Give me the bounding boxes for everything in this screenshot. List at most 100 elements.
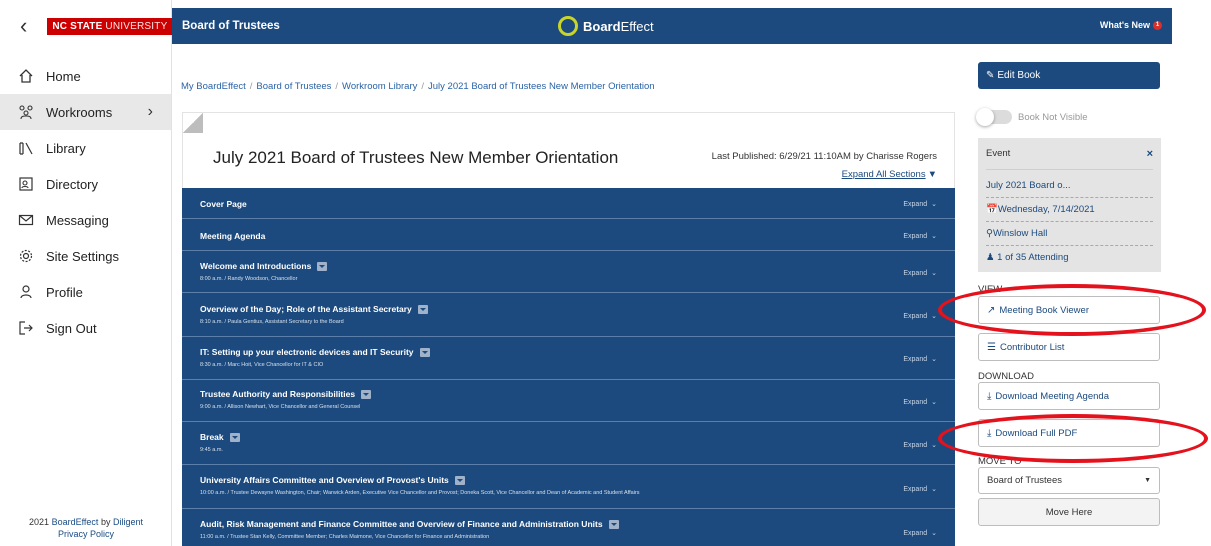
breadcrumb-item[interactable]: Board of Trustees [256,81,331,92]
agenda-section[interactable]: Welcome and Introductions 8:00 a.m. / Ra… [182,251,955,293]
chevron-down-icon: ⌄ [931,486,937,493]
ncsu-logo[interactable]: NC STATE UNIVERSITY [47,17,173,35]
section-text: Break 9:45 a.m. [200,432,240,453]
person-icon: ♟ [986,252,995,263]
section-title: Trustee Authority and Responsibilities [200,389,372,399]
download-full-pdf-button[interactable]: ⤓ Download Full PDF [978,419,1160,447]
agenda-section[interactable]: Overview of the Day; Role of the Assista… [182,293,955,337]
section-subtitle: 9:00 a.m. / Allison Newhart, Vice Chance… [200,404,361,410]
section-subtitle: 8:30 a.m. / Marc Hoit, Vice Chancellor f… [200,362,324,368]
logo-light: UNIVERSITY [102,20,168,32]
privacy-policy-link[interactable]: Privacy Policy [0,528,172,540]
boardeffect-ring-icon [558,16,578,36]
expand-all-sections-link[interactable]: Expand All Sections ▼ [842,169,937,180]
footer-credit: 2021 BoardEffect by Diligent [0,516,172,528]
section-title-text: Overview of the Day; Role of the Assista… [200,304,412,314]
download-icon: ⤓ [987,390,992,402]
expand-label: Expand [903,486,928,493]
event-location-text: Winslow Hall [992,228,1048,239]
edit-book-button[interactable]: ✎ Edit Book [978,62,1160,89]
section-expand-button[interactable]: Expand ⌄ [903,529,937,537]
toggle-knob [976,108,994,126]
event-location: ⚲Winslow Hall [986,222,1153,246]
sidebar-item-home[interactable]: Home [0,58,171,94]
expand-label: Expand [903,201,928,208]
breadcrumb-separator: / [421,81,425,92]
sidebar-item-profile[interactable]: Profile [0,274,171,310]
section-title-text: Cover Page [200,199,247,209]
breadcrumb-item[interactable]: Workroom Library [342,81,417,92]
move-to-select[interactable]: Board of Trustees ▼ [978,467,1160,494]
agenda-section[interactable]: Trustee Authority and Responsibilities 9… [182,380,955,422]
agenda-section[interactable]: Audit, Risk Management and Finance Commi… [182,509,955,546]
download-meeting-agenda-button[interactable]: ⤓ Download Meeting Agenda [978,382,1160,410]
chevron-down-icon: ⌄ [931,233,937,240]
agenda-section[interactable]: University Affairs Committee and Overvie… [182,465,955,509]
section-expand-button[interactable]: Expand ⌄ [903,355,937,363]
workroom-title[interactable]: Board of Trustees [172,20,552,32]
expand-label: Expand [903,442,928,449]
sidebar-item-workrooms[interactable]: Workrooms › [0,94,171,130]
download-pdf-label: Download Full PDF [995,427,1078,439]
back-chevron-icon[interactable]: ‹ [20,13,27,39]
expand-label: Expand [903,233,928,240]
event-attending-link[interactable]: ♟ 1 of 35 Attending [986,246,1153,269]
section-toggle-icon[interactable] [419,347,430,357]
expand-label: Expand [903,530,928,537]
visibility-toggle[interactable] [976,108,1012,126]
sidebar-item-directory[interactable]: Directory [0,166,171,202]
sidebar-item-label: Site Settings [46,248,119,264]
section-title: Meeting Agenda [200,231,265,241]
section-toggle-icon[interactable] [417,304,428,314]
section-toggle-icon[interactable] [454,475,465,485]
section-title-text: Welcome and Introductions [200,261,312,271]
chevron-down-icon: ▼ [927,169,937,180]
agenda-section[interactable]: Meeting Agenda Expand ⌄ [182,219,955,251]
pencil-icon: ✎ [986,70,995,81]
agenda-sections: Cover Page Expand ⌄ Meeting Agenda Expand… [182,188,955,546]
breadcrumb-item[interactable]: My BoardEffect [181,81,246,92]
chevron-down-icon: ⌄ [931,201,937,208]
section-toggle-icon[interactable] [608,519,619,529]
contributor-list-label: Contributor List [999,341,1065,353]
section-expand-button[interactable]: Expand ⌄ [903,232,937,240]
footer-company-link[interactable]: Diligent [113,517,143,527]
sidebar-item-messaging[interactable]: Messaging [0,202,171,238]
sidebar-item-label: Directory [46,176,99,192]
section-text: IT: Setting up your electronic devices a… [200,347,430,368]
section-expand-button[interactable]: Expand ⌄ [903,485,937,493]
section-expand-button[interactable]: Expand ⌄ [903,312,937,320]
chevron-down-icon: ⌄ [931,356,937,363]
section-expand-button[interactable]: Expand ⌄ [903,441,937,449]
section-text: Overview of the Day; Role of the Assista… [200,304,428,325]
list-icon: ☰ [987,341,996,353]
agenda-section[interactable]: Cover Page Expand ⌄ [182,188,955,219]
edit-book-label: Edit Book [997,70,1041,81]
expand-all-label: Expand All Sections [841,169,926,180]
move-here-button[interactable]: Move Here [978,498,1160,526]
contributor-list-button[interactable]: ☰ Contributor List [978,333,1160,361]
section-expand-button[interactable]: Expand ⌄ [903,200,937,208]
chevron-down-icon: ⌄ [931,442,937,449]
agenda-section[interactable]: IT: Setting up your electronic devices a… [182,337,955,380]
event-name-link[interactable]: July 2021 Board o... [986,174,1153,198]
agenda-section[interactable]: Break 9:45 a.m. Expand ⌄ [182,422,955,465]
section-title-text: IT: Setting up your electronic devices a… [200,347,414,357]
sidebar-item-sign-out[interactable]: Sign Out [0,310,171,346]
section-title: Overview of the Day; Role of the Assista… [200,304,428,314]
section-toggle-icon[interactable] [317,261,328,271]
footer-brand-link[interactable]: BoardEffect [52,517,99,527]
sidebar-item-library[interactable]: Library [0,130,171,166]
calendar-icon: 📅 [986,204,998,215]
section-expand-button[interactable]: Expand ⌄ [903,269,937,277]
section-toggle-icon[interactable] [229,432,240,442]
meeting-book-viewer-button[interactable]: ↗ Meeting Book Viewer [978,296,1160,324]
close-icon[interactable]: × [1147,148,1153,160]
event-date: 📅Wednesday, 7/14/2021 [986,198,1153,222]
event-date-text: Wednesday, 7/14/2021 [997,204,1095,215]
section-expand-button[interactable]: Expand ⌄ [903,398,937,406]
sidebar-item-site-settings[interactable]: Site Settings [0,238,171,274]
section-toggle-icon[interactable] [361,389,372,399]
boardeffect-logo[interactable]: Board Effect [557,15,654,37]
directory-icon [18,176,46,192]
